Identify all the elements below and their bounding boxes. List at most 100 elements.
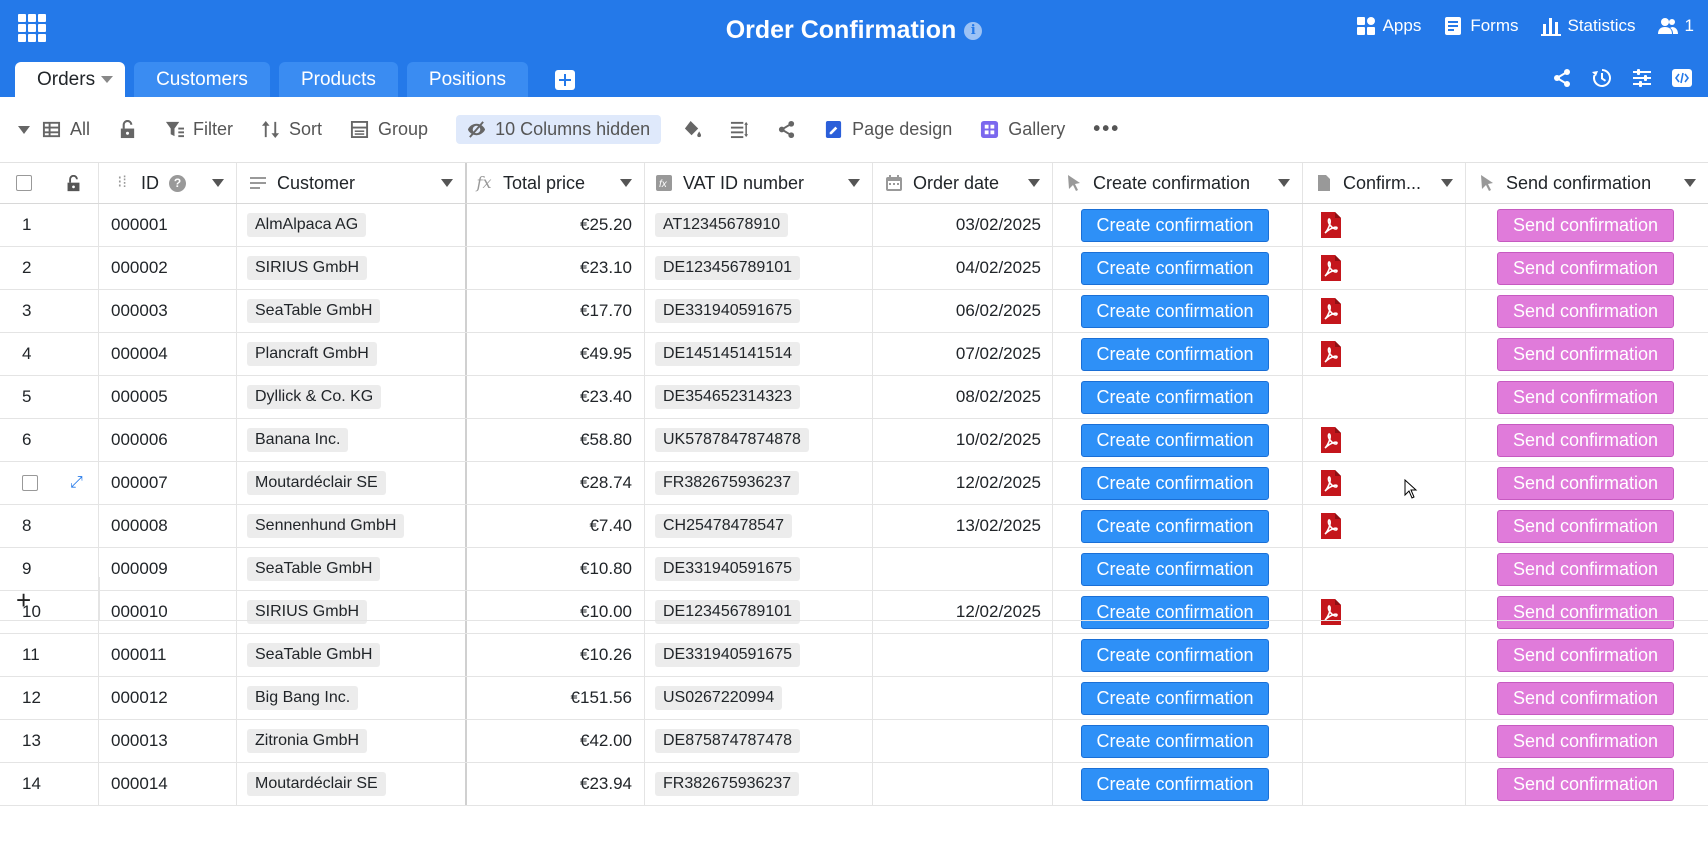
pdf-file-icon[interactable]: [1319, 211, 1343, 239]
tab-products[interactable]: Products: [278, 62, 398, 97]
send-confirmation-button[interactable]: Send confirmation: [1497, 423, 1674, 457]
customer-link[interactable]: Plancraft GmbH: [247, 342, 377, 366]
vat-cell[interactable]: CH25478478547: [645, 505, 873, 547]
total-price-cell[interactable]: €42.00: [467, 720, 645, 762]
table-row[interactable]: 4 000004 Plancraft GmbH €49.95 DE14514514151…: [0, 333, 1708, 376]
expand-row-icon[interactable]: ⤢: [70, 474, 83, 492]
column-header-customer[interactable]: Customer: [237, 163, 467, 203]
script-icon[interactable]: [1672, 68, 1692, 88]
group-button[interactable]: Group: [350, 119, 428, 140]
more-options-button[interactable]: •••: [1093, 118, 1120, 141]
vat-cell[interactable]: DE123456789101: [645, 247, 873, 289]
customer-link[interactable]: AlmAlpaca AG: [247, 213, 367, 237]
create-confirmation-button[interactable]: Create confirmation: [1081, 638, 1269, 672]
add-row-button[interactable]: +: [16, 585, 31, 616]
confirmation-file-cell[interactable]: [1303, 419, 1466, 461]
table-row[interactable]: 12 000012 Big Bang Inc. €151.56 US0267220994…: [0, 677, 1708, 720]
select-all-checkbox[interactable]: [16, 175, 33, 191]
confirmation-file-cell[interactable]: [1303, 677, 1466, 719]
pdf-file-icon[interactable]: [1319, 512, 1343, 540]
chevron-down-icon[interactable]: [1684, 179, 1696, 187]
confirmation-file-cell[interactable]: [1303, 720, 1466, 762]
sort-button[interactable]: Sort: [261, 119, 322, 140]
pdf-file-icon[interactable]: [1319, 426, 1343, 454]
row-height-button[interactable]: [730, 120, 749, 139]
table-row[interactable]: 1 000001 AlmAlpaca AG €25.20 AT12345678910 03…: [0, 204, 1708, 247]
customer-cell[interactable]: Banana Inc.: [237, 419, 467, 461]
table-row[interactable]: 11 000011 SeaTable GmbH €10.26 DE33194059167…: [0, 634, 1708, 677]
total-price-cell[interactable]: €49.95: [467, 333, 645, 375]
send-confirmation-button[interactable]: Send confirmation: [1497, 638, 1674, 672]
create-confirmation-button[interactable]: Create confirmation: [1081, 767, 1269, 801]
row-color-button[interactable]: [683, 120, 702, 139]
order-date-cell[interactable]: [873, 677, 1053, 719]
view-selector[interactable]: All: [42, 119, 90, 140]
id-cell[interactable]: 000007: [99, 462, 237, 504]
table-row[interactable]: 13 000013 Zitronia GmbH €42.00 DE87587478747…: [0, 720, 1708, 763]
send-confirmation-button[interactable]: Send confirmation: [1497, 251, 1674, 285]
order-date-cell[interactable]: 10/02/2025: [873, 419, 1053, 461]
chevron-down-icon[interactable]: [212, 179, 224, 187]
confirmation-file-cell[interactable]: [1303, 763, 1466, 805]
customer-cell[interactable]: Sennenhund GmbH: [237, 505, 467, 547]
total-price-cell[interactable]: €23.94: [467, 763, 645, 805]
total-price-cell[interactable]: €25.20: [467, 204, 645, 246]
column-header-send-confirmation[interactable]: Send confirmation: [1466, 163, 1708, 203]
column-header-id[interactable]: ⁝⁞ ID ?: [99, 163, 237, 203]
chevron-down-icon[interactable]: [620, 179, 632, 187]
create-confirmation-button[interactable]: Create confirmation: [1081, 724, 1269, 758]
customer-cell[interactable]: SIRIUS GmbH: [237, 247, 467, 289]
vat-cell[interactable]: DE331940591675: [645, 290, 873, 332]
send-confirmation-button[interactable]: Send confirmation: [1497, 724, 1674, 758]
customer-cell[interactable]: SeaTable GmbH: [237, 290, 467, 332]
order-date-cell[interactable]: [873, 720, 1053, 762]
history-icon[interactable]: [1592, 68, 1612, 88]
chevron-down-icon[interactable]: [1028, 179, 1040, 187]
id-cell[interactable]: 000012: [99, 677, 237, 719]
vat-cell[interactable]: AT12345678910: [645, 204, 873, 246]
tab-orders[interactable]: Orders: [15, 62, 126, 97]
forms-button[interactable]: Forms: [1443, 16, 1519, 36]
total-price-cell[interactable]: €17.70: [467, 290, 645, 332]
page-design-button[interactable]: Page design: [824, 119, 952, 140]
send-confirmation-button[interactable]: Send confirmation: [1497, 509, 1674, 543]
send-confirmation-button[interactable]: Send confirmation: [1497, 466, 1674, 500]
customer-cell[interactable]: Plancraft GmbH: [237, 333, 467, 375]
add-table-icon[interactable]: [555, 70, 576, 90]
order-date-cell[interactable]: 04/02/2025: [873, 247, 1053, 289]
table-row[interactable]: 3 000003 SeaTable GmbH €17.70 DE331940591675…: [0, 290, 1708, 333]
order-date-cell[interactable]: 08/02/2025: [873, 376, 1053, 418]
hidden-columns-button[interactable]: 10 Columns hidden: [456, 115, 662, 144]
gallery-button[interactable]: Gallery: [980, 119, 1065, 140]
id-cell[interactable]: 000014: [99, 763, 237, 805]
row-checkbox[interactable]: [22, 475, 38, 491]
confirmation-file-cell[interactable]: [1303, 290, 1466, 332]
pdf-file-icon[interactable]: [1319, 340, 1343, 368]
views-toggle-icon[interactable]: [18, 125, 30, 134]
customer-link[interactable]: Dyllick & Co. KG: [247, 385, 382, 409]
column-header-total-price[interactable]: fx Total price: [467, 163, 645, 203]
create-confirmation-button[interactable]: Create confirmation: [1081, 380, 1269, 414]
column-header-vat[interactable]: fx VAT ID number: [645, 163, 873, 203]
statistics-button[interactable]: Statistics: [1540, 16, 1636, 36]
customer-link[interactable]: SIRIUS GmbH: [247, 256, 368, 280]
customer-cell[interactable]: Big Bang Inc.: [237, 677, 467, 719]
send-confirmation-button[interactable]: Send confirmation: [1497, 681, 1674, 715]
table-row[interactable]: 8 000008 Sennenhund GmbH €7.40 CH25478478547…: [0, 505, 1708, 548]
id-cell[interactable]: 000008: [99, 505, 237, 547]
apps-button[interactable]: Apps: [1356, 16, 1421, 36]
total-price-cell[interactable]: €7.40: [467, 505, 645, 547]
create-confirmation-button[interactable]: Create confirmation: [1081, 423, 1269, 457]
customer-cell[interactable]: Dyllick & Co. KG: [237, 376, 467, 418]
id-cell[interactable]: 000002: [99, 247, 237, 289]
vat-cell[interactable]: DE145145141514: [645, 333, 873, 375]
tab-customers[interactable]: Customers: [134, 62, 270, 97]
create-confirmation-button[interactable]: Create confirmation: [1081, 251, 1269, 285]
create-confirmation-button[interactable]: Create confirmation: [1081, 294, 1269, 328]
confirmation-file-cell[interactable]: [1303, 376, 1466, 418]
create-confirmation-button[interactable]: Create confirmation: [1081, 509, 1269, 543]
id-cell[interactable]: 000013: [99, 720, 237, 762]
customer-cell[interactable]: Moutardéclair SE: [237, 763, 467, 805]
order-date-cell[interactable]: [873, 763, 1053, 805]
pdf-file-icon[interactable]: [1319, 254, 1343, 282]
